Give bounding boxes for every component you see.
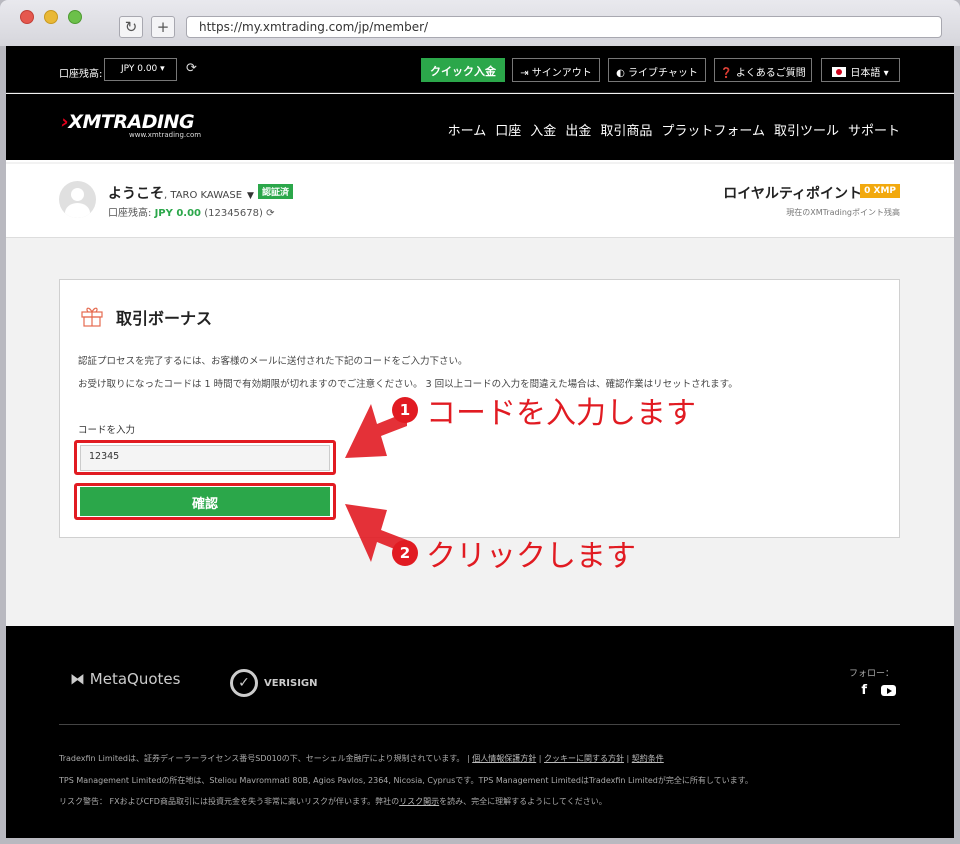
welcome-balance: 口座残高: JPY 0.00 (12345678) ⟳ [108,204,274,219]
close-window-button[interactable] [20,10,34,24]
signout-icon: ⇥ [520,68,532,79]
new-tab-icon[interactable]: + [151,16,175,38]
page: 口座残高: JPY 0.00 ▾ ⟳ クイック入金 ⇥ サインアウト ◐ ライブ… [6,46,954,838]
address-bar[interactable]: https://my.xmtrading.com/jp/member/ [186,16,942,38]
metaquotes-icon: ⧓ [70,670,90,688]
question-icon: ❓ [720,68,736,79]
maximize-window-button[interactable] [68,10,82,24]
refresh-icon[interactable]: ⟳ [186,61,197,76]
confirm-button-highlight [74,483,336,520]
top-bar: 口座残高: JPY 0.00 ▾ ⟳ クイック入金 ⇥ サインアウト ◐ ライブ… [6,46,954,93]
nav-item-support[interactable]: サポート [848,120,900,139]
bonus-title: 取引ボーナス [116,309,213,328]
nav-item-account[interactable]: 口座 [495,120,521,139]
footer: ⧓ MetaQuotes ✓ VERISIGN フォロー： f Tradexfi… [6,626,954,838]
risk-disclosure-link[interactable]: リスク開示 [399,797,439,806]
welcome-band: ようこそ, TARO KAWASE ▼ 認証済 口座残高: JPY 0.00 (… [6,164,954,238]
code-label: コードを入力 [78,425,136,436]
avatar [59,181,96,218]
xmtrading-logo[interactable]: ›XMTRADING www.xmtrading.com [61,111,201,139]
welcome-title[interactable]: ようこそ, TARO KAWASE ▼ [108,183,254,203]
welcome-greeting: ようこそ [108,186,164,202]
refresh-icon[interactable]: ⟳ [266,208,274,219]
verisign-text: VERISIGN [264,677,318,689]
faq-label: よくあるご質問 [735,68,806,79]
japan-flag-icon [832,67,847,77]
youtube-icon[interactable] [881,685,896,696]
nav-item-deposit[interactable]: 入金 [530,120,556,139]
loyalty-subtitle: 現在のXMTradingポイント残高 [786,208,900,217]
step2-text: クリックします [426,539,636,574]
reload-icon[interactable]: ↻ [119,16,143,38]
loyalty-title: ロイヤルティポイント [723,186,862,202]
footer-line-3: リスク警告： FXおよびCFD商品取引には投資元金を失う非常に高いリスクが伴いま… [59,796,607,807]
footer-line1-text: Tradexfin Limitedは、証券ディーラーライセンス番号SD010の下… [59,754,470,763]
cookie-link[interactable]: クッキーに関する方針 [544,754,624,763]
logo-text: XMTRADING [68,111,195,133]
bonus-description-1: 認証プロセスを完了するには、お客様のメールに送付された下記のコードをご入力下さい… [78,356,468,367]
nav-item-home[interactable]: ホーム [448,120,487,139]
footer-divider [59,724,900,725]
metaquotes-logo: ⧓ MetaQuotes [70,670,180,688]
annotation-step1: 1 コードを入力します [392,388,696,432]
balance-select[interactable]: JPY 0.00 ▾ [104,58,177,81]
signout-button[interactable]: ⇥ サインアウト [512,58,600,82]
nav-menu: ホーム 口座 入金 出金 取引商品 プラットフォーム 取引ツール サポート [448,120,900,139]
annotation-step2: 2 クリックします [392,531,636,575]
step1-number: 1 [392,397,418,423]
caret-down-icon: ▼ [246,191,254,201]
browser-chrome: ↻ + https://my.xmtrading.com/jp/member/ [0,0,960,46]
welcome-balance-label: 口座残高: [108,208,152,219]
nav-item-platform[interactable]: プラットフォーム [661,120,765,139]
loyalty-points-badge: 0 XMP [860,184,900,198]
footer-line3-pre: リスク警告： FXおよびCFD商品取引には投資元金を失う非常に高いリスクが伴いま… [59,797,400,806]
language-select[interactable]: 日本語 ▾ [821,58,900,82]
facebook-icon[interactable]: f [861,683,867,698]
main-nav: ›XMTRADING www.xmtrading.com ホーム 口座 入金 出… [6,94,954,162]
verisign-logo: ✓ VERISIGN [230,669,318,697]
signout-label: サインアウト [531,68,592,79]
logo-subtext: www.xmtrading.com [129,131,202,139]
livechat-button[interactable]: ◐ ライブチャット [608,58,706,82]
nav-item-products[interactable]: 取引商品 [600,120,652,139]
terms-link[interactable]: 契約条件 [632,754,664,763]
quick-deposit-button[interactable]: クイック入金 [421,58,505,82]
footer-line-1: Tradexfin Limitedは、証券ディーラーライセンス番号SD010の下… [59,754,664,763]
verified-badge: 認証済 [258,184,294,199]
nav-item-tools[interactable]: 取引ツール [774,120,839,139]
account-number: (12345678) [204,208,263,219]
balance-label: 口座残高: [59,69,103,80]
minimize-window-button[interactable] [44,10,58,24]
welcome-balance-amount: JPY 0.00 [154,208,202,219]
headset-icon: ◐ [616,68,628,79]
nav-item-withdraw[interactable]: 出金 [565,120,591,139]
livechat-label: ライブチャット [628,68,698,79]
faq-button[interactable]: ❓ よくあるご質問 [714,58,812,82]
social-links: f [861,683,896,698]
chevron-down-icon: ▾ [160,64,165,74]
step1-text: コードを入力します [426,396,696,431]
privacy-link[interactable]: 個人情報保護方針 [472,754,536,763]
code-input-highlight [74,440,336,475]
metaquotes-text: MetaQuotes [89,670,181,688]
balance-select-value: JPY 0.00 [121,64,158,74]
user-name: , TARO KAWASE [164,190,243,201]
language-label: 日本語 [850,68,881,79]
verisign-check-icon: ✓ [230,669,258,697]
follow-label: フォロー： [848,669,894,679]
step2-number: 2 [392,540,418,566]
footer-line-2: TPS Management Limitedの所在地は、Steliou Mavr… [59,776,753,785]
gift-icon [81,307,103,327]
chevron-down-icon: ▾ [880,68,889,79]
footer-line3-post: を読み、完全に理解するようにしてください。 [439,797,607,806]
